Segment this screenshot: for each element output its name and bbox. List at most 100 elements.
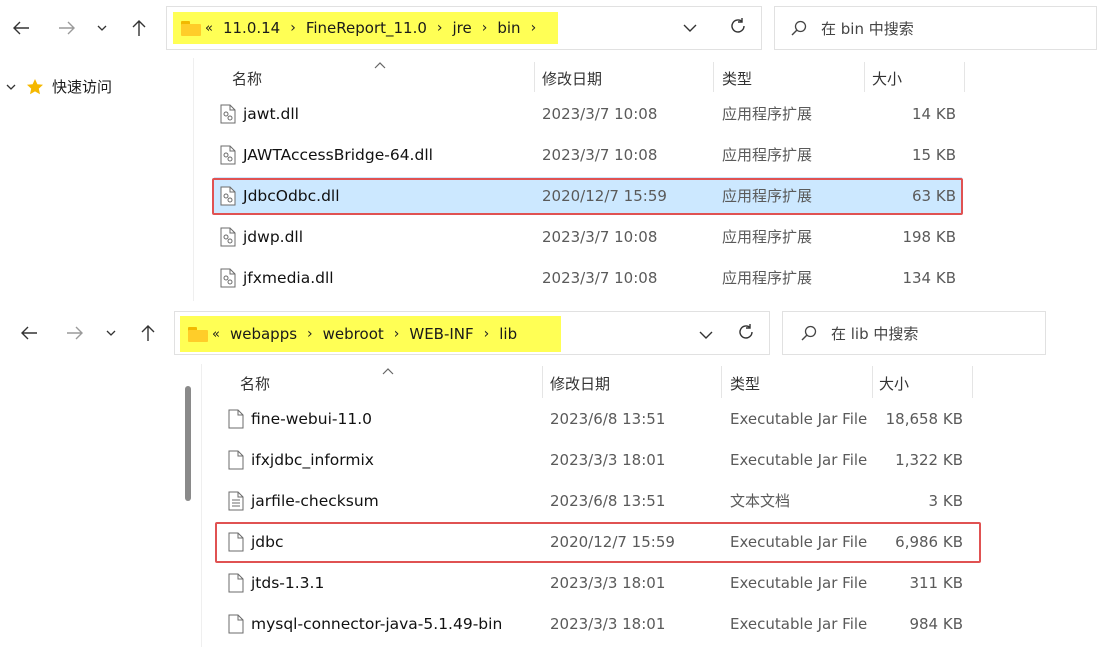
- file-name: mysql-connector-java-5.1.49-bin: [251, 615, 503, 633]
- column-header-name[interactable]: 名称: [240, 373, 270, 394]
- refresh-button[interactable]: [729, 17, 747, 39]
- column-divider[interactable]: [872, 366, 873, 398]
- breadcrumb-item-webroot[interactable]: webroot: [323, 325, 384, 343]
- table-row[interactable]: jawt.dll 2023/3/7 10:08 应用程序扩展 14 KB: [214, 95, 962, 133]
- chevron-down-icon: [699, 331, 713, 339]
- file-name: jtds-1.3.1: [251, 574, 325, 592]
- chevron-right-icon[interactable]: ›: [394, 326, 400, 342]
- chevron-right-icon[interactable]: ›: [531, 20, 537, 36]
- file-date: 2023/3/3 18:01: [550, 615, 666, 633]
- file-name: jawt.dll: [243, 105, 299, 123]
- file-type: Executable Jar File: [730, 615, 868, 633]
- chevron-up-icon: [382, 368, 394, 375]
- column-header-size[interactable]: 大小: [879, 373, 909, 394]
- column-header-date[interactable]: 修改日期: [542, 68, 602, 89]
- table-row[interactable]: jfxmedia.dll 2023/3/7 10:08 应用程序扩展 134 K…: [214, 259, 962, 297]
- jar-file-icon: [228, 450, 244, 470]
- address-history-dropdown[interactable]: [683, 19, 697, 37]
- file-name: JAWTAccessBridge-64.dll: [243, 146, 433, 164]
- folder-icon: [181, 20, 201, 36]
- breadcrumb-item-bin[interactable]: bin: [497, 19, 520, 37]
- file-size: 18,658 KB: [885, 410, 963, 428]
- breadcrumb-item-lib[interactable]: lib: [499, 325, 517, 343]
- search-input[interactable]: 在 bin 中搜索: [821, 18, 914, 39]
- table-row[interactable]: ifxjdbc_informix 2023/3/3 18:01 Executab…: [222, 441, 970, 479]
- file-type: 应用程序扩展: [722, 269, 813, 287]
- breadcrumb-item-finereport[interactable]: FineReport_11.0: [306, 19, 427, 37]
- column-divider[interactable]: [864, 62, 865, 92]
- forward-button[interactable]: [54, 15, 80, 41]
- chevron-down-icon: [97, 25, 107, 31]
- column-header-size[interactable]: 大小: [872, 68, 902, 89]
- sidebar-item-quick-access[interactable]: 快速访问: [6, 76, 112, 97]
- breadcrumb-overflow[interactable]: «: [205, 21, 213, 36]
- file-type: Executable Jar File: [730, 451, 868, 469]
- up-button[interactable]: [126, 15, 152, 41]
- table-row[interactable]: fine-webui-11.0 2023/6/8 13:51 Executabl…: [222, 400, 970, 438]
- table-row[interactable]: mysql-connector-java-5.1.49-bin 2023/3/3…: [222, 605, 970, 643]
- recent-locations-button[interactable]: [92, 15, 112, 41]
- breadcrumb-overflow[interactable]: «: [212, 327, 220, 342]
- address-bar[interactable]: « webapps › webroot › WEB-INF › lib: [174, 311, 770, 355]
- column-divider[interactable]: [972, 366, 973, 398]
- refresh-button[interactable]: [737, 323, 755, 345]
- search-box[interactable]: 在 bin 中搜索: [774, 6, 1097, 50]
- table-row[interactable]: jarfile-checksum 2023/6/8 13:51 文本文档 3 K…: [222, 482, 970, 520]
- breadcrumb-item-web-inf[interactable]: WEB-INF: [409, 325, 473, 343]
- column-divider[interactable]: [713, 62, 714, 92]
- breadcrumb-item-webapps[interactable]: webapps: [230, 325, 297, 343]
- search-box[interactable]: 在 lib 中搜索: [782, 311, 1046, 355]
- column-header-date[interactable]: 修改日期: [550, 373, 610, 394]
- chevron-right-icon[interactable]: ›: [484, 326, 490, 342]
- table-row[interactable]: jdwp.dll 2023/3/7 10:08 应用程序扩展 198 KB: [214, 218, 962, 256]
- file-size: 134 KB: [902, 269, 956, 287]
- chevron-right-icon[interactable]: ›: [307, 326, 313, 342]
- file-date: 2023/3/7 10:08: [542, 269, 658, 287]
- column-divider[interactable]: [534, 62, 535, 92]
- dll-file-icon: [220, 104, 236, 124]
- file-name: jdwp.dll: [243, 228, 304, 246]
- arrow-right-icon: [67, 326, 83, 340]
- file-size: 14 KB: [912, 105, 956, 123]
- chevron-right-icon[interactable]: ›: [482, 20, 488, 36]
- file-date: 2023/3/7 10:08: [542, 228, 658, 246]
- chevron-right-icon[interactable]: ›: [290, 20, 296, 36]
- column-divider[interactable]: [542, 366, 543, 398]
- file-type: 文本文档: [730, 492, 791, 510]
- file-name: ifxjdbc_informix: [251, 451, 374, 469]
- dll-file-icon: [220, 145, 236, 165]
- arrow-left-icon: [13, 21, 29, 35]
- file-size: 198 KB: [902, 228, 956, 246]
- forward-button[interactable]: [62, 320, 88, 346]
- navigation-pane-scrollbar[interactable]: [185, 386, 191, 501]
- column-divider[interactable]: [721, 366, 722, 398]
- breadcrumb-item-11-0-14[interactable]: 11.0.14: [223, 19, 280, 37]
- column-header-type[interactable]: 类型: [730, 373, 760, 394]
- table-row[interactable]: JAWTAccessBridge-64.dll 2023/3/7 10:08 应…: [214, 136, 962, 174]
- back-button[interactable]: [16, 320, 42, 346]
- column-header-type[interactable]: 类型: [722, 68, 752, 89]
- back-button[interactable]: [8, 15, 34, 41]
- up-button[interactable]: [135, 320, 161, 346]
- address-bar[interactable]: « 11.0.14 › FineReport_11.0 › jre › bin …: [166, 6, 762, 50]
- sidebar-item-label: 快速访问: [52, 78, 113, 96]
- file-date: 2023/3/3 18:01: [550, 574, 666, 592]
- recent-locations-button[interactable]: [101, 320, 121, 346]
- file-size: 15 KB: [912, 146, 956, 164]
- arrow-up-icon: [132, 20, 146, 36]
- column-divider[interactable]: [964, 62, 965, 92]
- breadcrumb-item-jre[interactable]: jre: [453, 19, 472, 37]
- file-name: fine-webui-11.0: [251, 410, 373, 428]
- search-icon: [801, 325, 817, 341]
- search-input[interactable]: 在 lib 中搜索: [831, 323, 918, 344]
- address-history-dropdown[interactable]: [699, 326, 713, 344]
- file-name: jfxmedia.dll: [243, 269, 334, 287]
- breadcrumb: « 11.0.14 › FineReport_11.0 › jre › bin …: [173, 12, 558, 44]
- chevron-up-icon: [374, 62, 386, 69]
- table-row[interactable]: jtds-1.3.1 2023/3/3 18:01 Executable Jar…: [222, 564, 970, 602]
- file-name: jarfile-checksum: [251, 492, 379, 510]
- sort-ascending-indicator: [382, 362, 394, 380]
- chevron-right-icon[interactable]: ›: [437, 20, 443, 36]
- column-header-name[interactable]: 名称: [232, 68, 262, 89]
- file-date: 2023/3/7 10:08: [542, 146, 658, 164]
